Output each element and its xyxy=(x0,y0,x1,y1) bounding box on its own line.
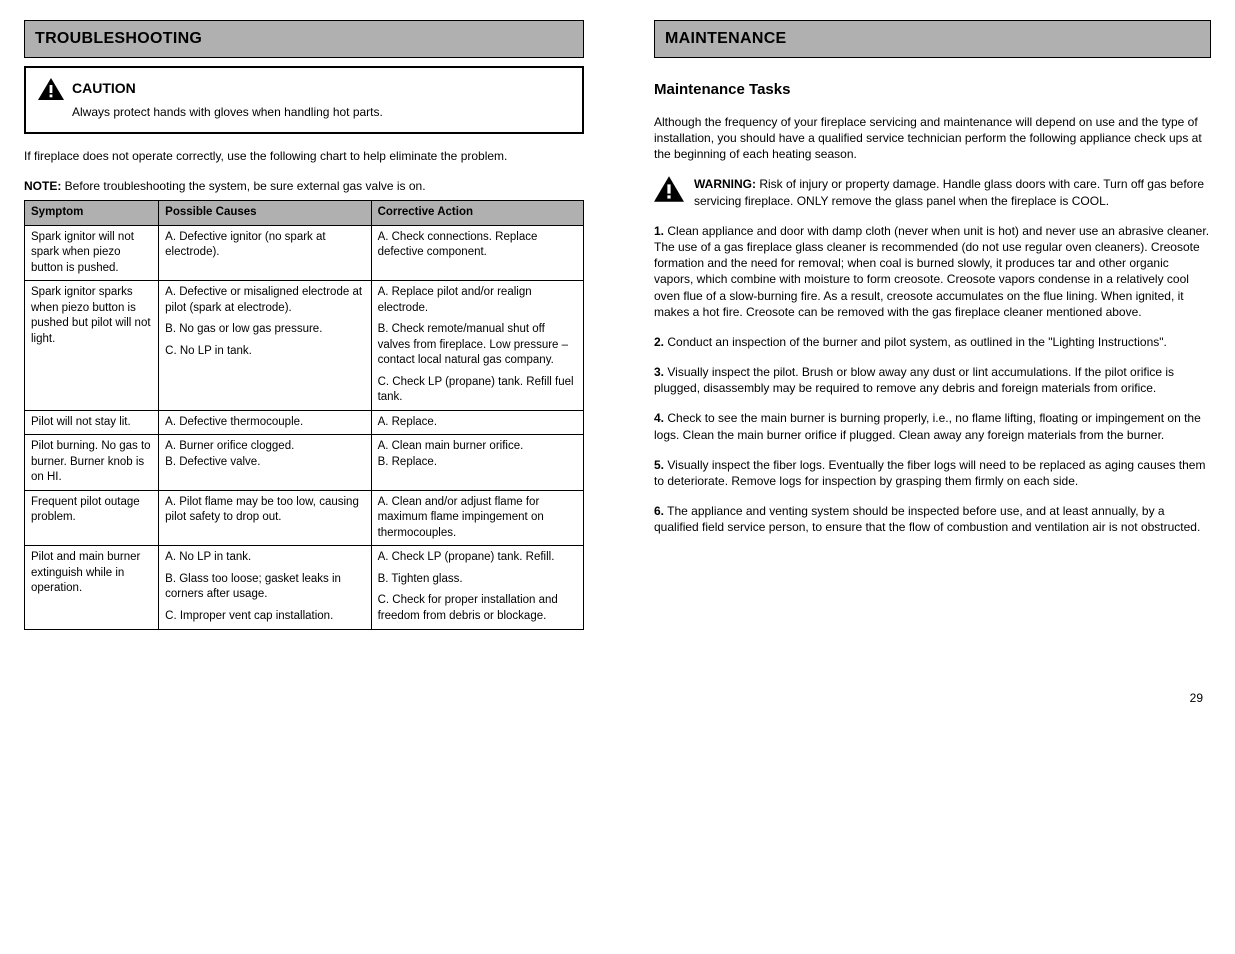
step-number: 5. xyxy=(654,458,664,472)
maintenance-step: 1. Clean appliance and door with damp cl… xyxy=(654,223,1211,320)
cell-action: A. Clean and/or adjust flame for maximum… xyxy=(371,490,583,546)
warning-icon xyxy=(38,78,64,100)
caution-box: CAUTION Always protect hands with gloves… xyxy=(24,66,584,134)
cell-symptom: Pilot burning. No gas to burner. Burner … xyxy=(25,435,159,491)
section-header-troubleshooting: TROUBLESHOOTING xyxy=(24,20,584,58)
troubleshooting-intro: If fireplace does not operate correctly,… xyxy=(24,148,584,164)
maintenance-step: 3. Visually inspect the pilot. Brush or … xyxy=(654,364,1211,396)
maintenance-subtitle: Maintenance Tasks xyxy=(654,80,1211,100)
cell-action: A. Check connections. Replace defective … xyxy=(371,225,583,281)
table-row: Spark ignitor sparks when piezo button i… xyxy=(25,281,584,411)
troubleshooting-table: Symptom Possible Causes Corrective Actio… xyxy=(24,200,584,629)
step-text: Clean appliance and door with damp cloth… xyxy=(654,224,1209,319)
cell-causes: A. Defective ignitor (no spark at electr… xyxy=(159,225,371,281)
cell-action: A. Replace pilot and/or realign electrod… xyxy=(371,281,583,411)
page-number: 29 xyxy=(24,690,1211,706)
th-causes: Possible Causes xyxy=(165,206,256,218)
cell-action: A. Check LP (propane) tank. Refill. B. T… xyxy=(371,546,583,629)
maintenance-step: 2. Conduct an inspection of the burner a… xyxy=(654,334,1211,350)
note-label: NOTE: xyxy=(24,179,61,193)
th-symptom: Symptom xyxy=(31,206,83,218)
cell-causes: A. Burner orifice clogged. B. Defective … xyxy=(159,435,371,491)
step-text: The appliance and venting system should … xyxy=(654,504,1200,534)
left-column: TROUBLESHOOTING CAUTION Always protect h… xyxy=(24,20,584,630)
caution-label: CAUTION xyxy=(72,79,136,98)
caution-text: Always protect hands with gloves when ha… xyxy=(38,104,570,120)
cell-symptom: Frequent pilot outage problem. xyxy=(25,490,159,546)
step-number: 3. xyxy=(654,365,664,379)
table-body: Spark ignitor will not spark when piezo … xyxy=(25,225,584,629)
note-text: Before troubleshooting the system, be su… xyxy=(61,179,425,193)
troubleshooting-note: NOTE: Before troubleshooting the system,… xyxy=(24,178,584,194)
table-row: Frequent pilot outage problem. A. Pilot … xyxy=(25,490,584,546)
step-text: Visually inspect the pilot. Brush or blo… xyxy=(654,365,1174,395)
table-row: Spark ignitor will not spark when piezo … xyxy=(25,225,584,281)
page-columns: TROUBLESHOOTING CAUTION Always protect h… xyxy=(24,20,1211,630)
step-number: 4. xyxy=(654,411,664,425)
step-number: 2. xyxy=(654,335,664,349)
cell-symptom: Spark ignitor will not spark when piezo … xyxy=(25,225,159,281)
step-text: Check to see the main burner is burning … xyxy=(654,411,1201,441)
cell-causes: A. Defective or misaligned electrode at … xyxy=(159,281,371,411)
step-number: 1. xyxy=(654,224,664,238)
step-text: Visually inspect the fiber logs. Eventua… xyxy=(654,458,1205,488)
cell-action: A. Clean main burner orifice. B. Replace… xyxy=(371,435,583,491)
right-column: MAINTENANCE Maintenance Tasks Although t… xyxy=(654,20,1211,630)
warning-inline: WARNING: Risk of injury or property dama… xyxy=(654,176,1211,208)
cell-causes: A. Pilot flame may be too low, causing p… xyxy=(159,490,371,546)
step-number: 6. xyxy=(654,504,664,518)
warning-label: WARNING: xyxy=(694,177,756,191)
warning-icon xyxy=(654,176,684,202)
th-action: Corrective Action xyxy=(378,206,473,218)
table-row: Pilot will not stay lit. A. Defective th… xyxy=(25,410,584,435)
table-row: Pilot burning. No gas to burner. Burner … xyxy=(25,435,584,491)
cell-action: A. Replace. xyxy=(371,410,583,435)
cell-symptom: Pilot will not stay lit. xyxy=(25,410,159,435)
cell-causes: A. Defective thermocouple. xyxy=(159,410,371,435)
cell-symptom: Spark ignitor sparks when piezo button i… xyxy=(25,281,159,411)
cell-symptom: Pilot and main burner extinguish while i… xyxy=(25,546,159,629)
maintenance-step: 6. The appliance and venting system shou… xyxy=(654,503,1211,535)
warning-text: Risk of injury or property damage. Handl… xyxy=(694,177,1204,207)
maintenance-intro: Although the frequency of your fireplace… xyxy=(654,114,1211,163)
cell-causes: A. No LP in tank. B. Glass too loose; ga… xyxy=(159,546,371,629)
table-row: Pilot and main burner extinguish while i… xyxy=(25,546,584,629)
maintenance-step: 4. Check to see the main burner is burni… xyxy=(654,410,1211,442)
section-header-maintenance: MAINTENANCE xyxy=(654,20,1211,58)
step-text: Conduct an inspection of the burner and … xyxy=(667,335,1166,349)
maintenance-step: 5. Visually inspect the fiber logs. Even… xyxy=(654,457,1211,489)
